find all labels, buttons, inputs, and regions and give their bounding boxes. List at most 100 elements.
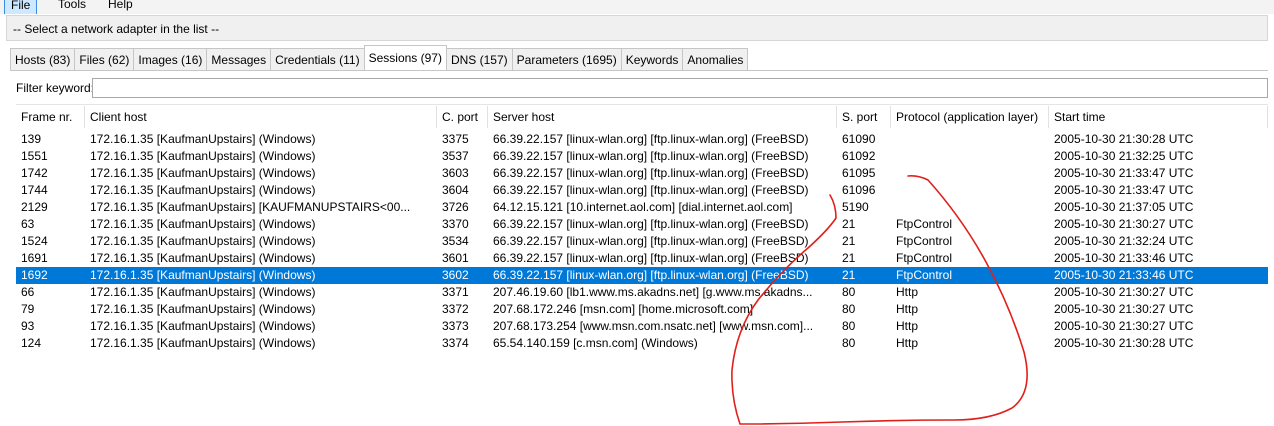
start-time-cell: 2005-10-30 21:30:27 UTC: [1054, 319, 1194, 333]
protocol-cell: FtpControl: [896, 268, 953, 282]
frame-nr-cell: 93: [21, 319, 35, 333]
tab-keywords[interactable]: Keywords: [620, 48, 684, 70]
tab-anomalies[interactable]: Anomalies: [682, 48, 749, 70]
tab-messages[interactable]: Messages: [206, 48, 272, 70]
menu-file[interactable]: File: [4, 0, 38, 14]
table-row[interactable]: 66 172.16.1.35 [KaufmanUpstairs] (Windows…: [16, 284, 1268, 301]
server-host-cell: 207.46.19.60 [lb1.www.ms.akadns.net] [g.…: [493, 285, 813, 299]
filter-keyword-input[interactable]: [92, 78, 1268, 98]
start-time-cell: 2005-10-30 21:33:47 UTC: [1054, 183, 1194, 197]
client-host-cell: 172.16.1.35 [KaufmanUpstairs] (Windows): [90, 234, 316, 248]
tab-parameters[interactable]: Parameters (1695): [511, 48, 622, 70]
table-row[interactable]: 1524 172.16.1.35 [KaufmanUpstairs] (Windo…: [16, 233, 1268, 250]
server-host-cell: 207.68.172.246 [msn.com] [home.microsoft…: [493, 302, 754, 316]
menu-tools[interactable]: Tools: [52, 0, 92, 13]
server-host-cell: 66.39.22.157 [linux-wlan.org] [ftp.linux…: [493, 183, 809, 197]
frame-nr-cell: 63: [21, 217, 35, 231]
client-host-cell: 172.16.1.35 [KaufmanUpstairs] (Windows): [90, 302, 316, 316]
tab-sessions[interactable]: Sessions (97): [363, 45, 447, 70]
tab-dns[interactable]: DNS (157): [445, 48, 513, 70]
tab-panel-border: [10, 70, 1268, 71]
server-port-cell: 80: [842, 285, 856, 299]
server-port-cell: 61092: [842, 149, 876, 163]
server-host-cell: 66.39.22.157 [linux-wlan.org] [ftp.linux…: [493, 234, 809, 248]
server-host-cell: 66.39.22.157 [linux-wlan.org] [ftp.linux…: [493, 217, 809, 231]
server-host-cell: 66.39.22.157 [linux-wlan.org] [ftp.linux…: [493, 251, 809, 265]
server-host-cell: 64.12.15.121 [10.internet.aol.com] [dial…: [493, 200, 793, 214]
table-row[interactable]: 1692 172.16.1.35 [KaufmanUpstairs] (Windo…: [16, 267, 1268, 284]
table-row[interactable]: 63 172.16.1.35 [KaufmanUpstairs] (Windows…: [16, 216, 1268, 233]
server-host-cell: 65.54.140.159 [c.msn.com] (Windows): [493, 336, 698, 350]
table-row[interactable]: 124 172.16.1.35 [KaufmanUpstairs] (Window…: [16, 335, 1268, 352]
table-row[interactable]: 1742 172.16.1.35 [KaufmanUpstairs] (Windo…: [16, 165, 1268, 182]
server-port-cell: 21: [842, 268, 856, 282]
protocol-cell: FtpControl: [896, 217, 953, 231]
frame-nr-header: Frame nr.: [16, 106, 85, 128]
start-time-cell: 2005-10-30 21:30:27 UTC: [1054, 285, 1194, 299]
filter-keyword-label: Filter keyword:: [16, 81, 95, 95]
protocol-cell: [891, 199, 1049, 216]
client-port-cell: 3370: [442, 217, 469, 231]
table-row[interactable]: 1691 172.16.1.35 [KaufmanUpstairs] (Windo…: [16, 250, 1268, 267]
tab-credentials[interactable]: Credentials (11): [270, 48, 365, 70]
frame-nr-cell: 66: [21, 285, 35, 299]
start-time-cell: 2005-10-30 21:32:25 UTC: [1054, 149, 1194, 163]
client-port-header: C. port: [437, 106, 488, 128]
frame-nr-cell: 124: [21, 336, 42, 350]
client-port-cell: 3603: [442, 166, 469, 180]
menu-help[interactable]: Help: [102, 0, 139, 13]
frame-nr-cell: 1742: [21, 166, 48, 180]
tab-images[interactable]: Images (16): [133, 48, 208, 70]
table-row[interactable]: 79 172.16.1.35 [KaufmanUpstairs] (Windows…: [16, 301, 1268, 318]
table-header: Frame nr. Client host C. port Server host S.…: [16, 106, 1268, 128]
server-host-cell: 207.68.173.254 [www.msn.com.nsatc.net] […: [493, 319, 814, 333]
protocol-cell: Http: [896, 302, 919, 316]
client-host-cell: 172.16.1.35 [KaufmanUpstairs] (Windows): [90, 183, 316, 197]
table-row[interactable]: 1744 172.16.1.35 [KaufmanUpstairs] (Windo…: [16, 182, 1268, 199]
server-port-cell: 61095: [842, 166, 876, 180]
client-host-cell: 172.16.1.35 [KaufmanUpstairs] (Windows): [90, 166, 316, 180]
server-port-cell: 21: [842, 251, 856, 265]
start-time-cell: 2005-10-30 21:30:27 UTC: [1054, 302, 1194, 316]
network-adapter-selector[interactable]: -- Select a network adapter in the list …: [6, 15, 1268, 41]
protocol-cell: [891, 165, 1049, 182]
server-host-cell: 66.39.22.157 [linux-wlan.org] [ftp.linux…: [493, 268, 809, 282]
server-port-cell: 5190: [842, 200, 869, 214]
client-host-cell: 172.16.1.35 [KaufmanUpstairs] (Windows): [90, 319, 316, 333]
server-port-cell: 61096: [842, 183, 876, 197]
table-row[interactable]: 1551 172.16.1.35 [KaufmanUpstairs] (Windo…: [16, 148, 1268, 165]
client-host-cell: 172.16.1.35 [KaufmanUpstairs] (Windows): [90, 268, 316, 282]
menu-bar: File Tools Help: [0, 0, 1274, 14]
client-port-cell: 3373: [442, 319, 469, 333]
protocol-cell: FtpControl: [896, 234, 953, 248]
start-time-cell: 2005-10-30 21:30:27 UTC: [1054, 217, 1194, 231]
tab-bar: Hosts (83) Files (62) Images (16) Messag…: [10, 45, 749, 70]
client-host-cell: 172.16.1.35 [KaufmanUpstairs] (Windows): [90, 149, 316, 163]
client-port-cell: 3374: [442, 336, 469, 350]
start-time-header: Start time: [1049, 106, 1268, 128]
server-port-cell: 80: [842, 302, 856, 316]
table-row[interactable]: 93 172.16.1.35 [KaufmanUpstairs] (Windows…: [16, 318, 1268, 335]
frame-nr-cell: 139: [21, 132, 42, 146]
client-host-header: Client host: [85, 106, 437, 128]
frame-nr-cell: 1551: [21, 149, 48, 163]
protocol-cell: [891, 131, 1049, 148]
client-port-cell: 3726: [442, 200, 469, 214]
server-port-cell: 80: [842, 336, 856, 350]
server-port-cell: 21: [842, 217, 856, 231]
start-time-cell: 2005-10-30 21:37:05 UTC: [1054, 200, 1194, 214]
client-host-cell: 172.16.1.35 [KaufmanUpstairs] (Windows): [90, 132, 316, 146]
table-row[interactable]: 2129 172.16.1.35 [KaufmanUpstairs] [KAUFM…: [16, 199, 1268, 216]
frame-nr-cell: 1744: [21, 183, 48, 197]
tab-hosts[interactable]: Hosts (83): [10, 48, 76, 70]
protocol-cell: Http: [896, 319, 919, 333]
protocol-header: Protocol (application layer): [891, 106, 1049, 128]
client-host-cell: 172.16.1.35 [KaufmanUpstairs] (Windows): [90, 285, 316, 299]
tab-files[interactable]: Files (62): [74, 48, 135, 70]
server-port-header: S. port: [837, 106, 891, 128]
table-row[interactable]: 139 172.16.1.35 [KaufmanUpstairs] (Window…: [16, 131, 1268, 148]
frame-nr-cell: 1692: [21, 268, 48, 282]
client-port-cell: 3602: [442, 268, 469, 282]
server-host-cell: 66.39.22.157 [linux-wlan.org] [ftp.linux…: [493, 149, 809, 163]
protocol-cell: [891, 148, 1049, 165]
